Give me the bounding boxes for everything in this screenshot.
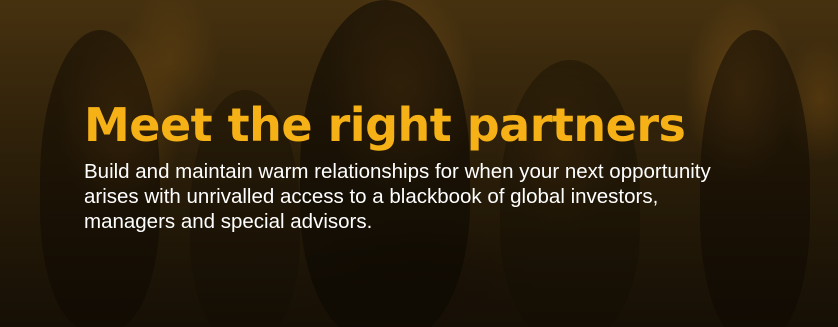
hero-banner: Meet the right partners Build and mainta… <box>0 0 838 327</box>
hero-headline: Meet the right partners <box>84 98 686 152</box>
hero-content: Meet the right partners Build and mainta… <box>84 93 764 234</box>
hero-description: Build and maintain warm relationships fo… <box>84 160 711 233</box>
